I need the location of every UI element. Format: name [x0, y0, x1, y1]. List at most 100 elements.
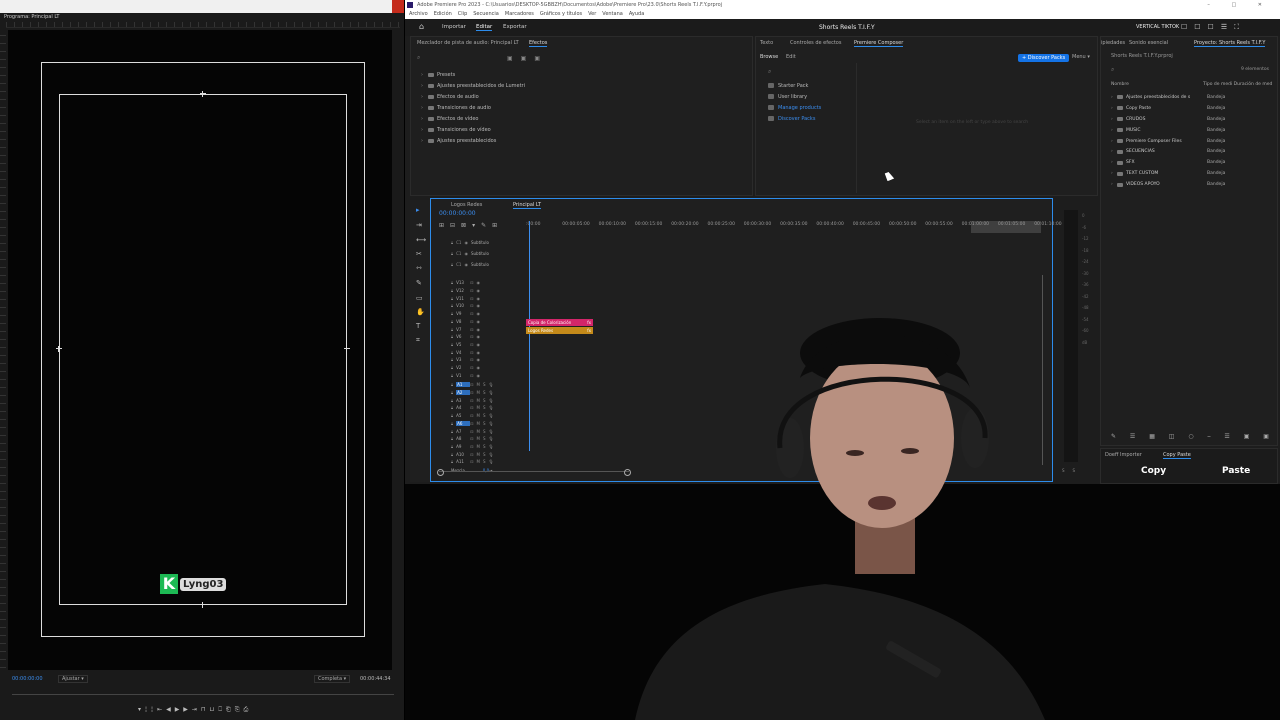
timeline-horizontal-scrollbar[interactable] [437, 469, 631, 476]
sync-icon[interactable]: ⊡ [470, 319, 473, 324]
eye-icon[interactable]: ◉ [477, 288, 481, 293]
clip-logos-redes[interactable]: Logos Redes fx [526, 327, 593, 334]
video-track-header[interactable]: 🔒︎ V9 ⊡ ◉ [451, 310, 483, 318]
project-bin[interactable]: › MUSIC Bandeja [1111, 125, 1276, 136]
lock-icon[interactable]: 🔒︎ [451, 350, 453, 355]
sync-icon[interactable]: ⊡ [470, 327, 473, 332]
effects-folder[interactable]: › Presets [421, 70, 525, 81]
meter-solo-buttons[interactable]: SS [1062, 468, 1083, 473]
eye-icon[interactable]: ◉ [477, 365, 481, 370]
audio-track-header[interactable]: 🔒︎ A3 ⊡ M S 🎙︎ [451, 396, 497, 404]
eye-icon[interactable]: ◉ [477, 280, 481, 285]
eye-icon[interactable]: ◉ [464, 251, 468, 256]
video-track-label[interactable]: V7 [456, 327, 470, 332]
audio-track-header[interactable]: 🔒︎ A11 ⊡ M S 🎙︎ [451, 458, 497, 466]
chevron-right-icon[interactable]: › [421, 83, 428, 89]
workspace-import[interactable]: Importar [442, 24, 466, 30]
lock-icon[interactable]: 🔒︎ [451, 342, 453, 347]
eye-icon[interactable]: ◉ [477, 373, 481, 378]
composer-menu[interactable]: Menu ▾ [1072, 54, 1090, 60]
lock-icon[interactable]: 🔒︎ [451, 311, 453, 316]
menu-item[interactable]: Secuencia [473, 11, 499, 17]
video-track-header[interactable]: 🔒︎ V8 ⊡ ◉ [451, 318, 483, 326]
audio-track-label[interactable]: A4 [456, 405, 470, 410]
text-track-header[interactable]: 🔒︎ C1 ◉ Subtítulo [451, 261, 489, 269]
lock-icon[interactable]: 🔒︎ [451, 444, 453, 449]
audio-track-label[interactable]: A11 [456, 459, 470, 464]
lock-icon[interactable]: 🔒︎ [451, 251, 453, 256]
solo-icon[interactable]: S [483, 436, 486, 441]
chevron-right-icon[interactable]: › [421, 105, 428, 111]
video-track-header[interactable]: 🔒︎ V10 ⊡ ◉ [451, 302, 483, 310]
timeline-vertical-scrollbar[interactable] [1042, 275, 1043, 465]
sync-icon[interactable]: ⊡ [470, 288, 473, 293]
lock-icon[interactable]: 🔒︎ [451, 405, 453, 410]
lock-icon[interactable]: 🔒︎ [451, 421, 453, 426]
caption-icon[interactable]: C1 [456, 251, 461, 256]
eye-icon[interactable]: ◉ [464, 240, 468, 245]
eye-icon[interactable]: ◉ [464, 262, 468, 267]
project-bin[interactable]: › VIDEOS APOYO Bandeja [1111, 179, 1276, 190]
lock-icon[interactable]: 🔒︎ [451, 303, 453, 308]
caption-icon[interactable]: C1 [456, 262, 461, 267]
audio-track-header[interactable]: 🔒︎ A8 ⊡ M S 🎙︎ [451, 435, 497, 443]
video-track-label[interactable]: V10 [456, 303, 470, 308]
eye-icon[interactable]: ◉ [477, 311, 481, 316]
menu-item[interactable]: Marcadores [505, 11, 534, 17]
subtab-browse[interactable]: Browse [760, 54, 778, 60]
tab-premiere-composer[interactable]: Premiere Composer [854, 40, 904, 47]
tab-properties[interactable]: ipiedades [1101, 40, 1125, 46]
video-track-header[interactable]: 🔒︎ V5 ⊡ ◉ [451, 341, 483, 349]
mute-icon[interactable]: M [477, 413, 480, 418]
copy-button[interactable]: Copy [1141, 466, 1166, 476]
solo-icon[interactable]: S [483, 429, 486, 434]
hand-tool-icon[interactable]: ✋ [416, 308, 425, 316]
lock-icon[interactable]: 🔒︎ [451, 373, 453, 378]
meter-solo-right[interactable]: S [1073, 468, 1084, 473]
audio-track-label[interactable]: A8 [456, 436, 470, 441]
effects-folder[interactable]: › Transiciones de vídeo [421, 124, 525, 135]
effects-folder[interactable]: › Efectos de vídeo [421, 114, 525, 125]
eye-icon[interactable]: ◉ [477, 342, 481, 347]
lock-icon[interactable]: 🔒︎ [451, 390, 453, 395]
composer-item[interactable]: Manage products [768, 102, 821, 113]
tab-project[interactable]: Proyecto: Shorts Reels T.I.F.Y [1194, 40, 1266, 47]
subtab-edit[interactable]: Edit [786, 54, 796, 60]
workspace-export[interactable]: Exportar [503, 24, 527, 30]
menu-item[interactable]: Clip [458, 11, 467, 17]
video-track-label[interactable]: V13 [456, 280, 470, 285]
audio-track-header[interactable]: 🔒︎ A7 ⊡ M S 🎙︎ [451, 427, 497, 435]
audio-track-label[interactable]: A10 [456, 452, 470, 457]
project-toolbar[interactable]: ✎ ☰ ▦ ◫ ○ ⎯ ☰ ▣ ▣ [1111, 433, 1276, 441]
lock-icon[interactable]: 🔒︎ [451, 280, 453, 285]
mute-icon[interactable]: M [477, 436, 480, 441]
sync-icon[interactable]: ⊡ [470, 413, 473, 418]
video-track-label[interactable]: V2 [456, 365, 470, 370]
timeline-timecode[interactable]: 00:00:00:00 [439, 210, 476, 217]
sync-icon[interactable]: ⊡ [470, 436, 473, 441]
sync-icon[interactable]: ⊡ [470, 311, 473, 316]
tab-copy-paste[interactable]: Copy Paste [1163, 452, 1191, 459]
eye-icon[interactable]: ◉ [477, 319, 481, 324]
lock-icon[interactable]: 🔒︎ [451, 436, 453, 441]
project-bin[interactable]: › SFX Bandeja [1111, 157, 1276, 168]
microphone-icon[interactable]: 🎙︎ [489, 436, 494, 441]
microphone-icon[interactable]: 🎙︎ [489, 405, 494, 410]
menu-item[interactable]: Archivo [409, 11, 428, 17]
sync-icon[interactable]: ⊡ [470, 421, 473, 426]
project-bin[interactable]: › TEXT CUSTOM Bandeja [1111, 168, 1276, 179]
video-track-header[interactable]: 🔒︎ V13 ⊡ ◉ [451, 279, 483, 287]
sync-icon[interactable]: ⊡ [470, 357, 473, 362]
meter-solo-left[interactable]: S [1062, 468, 1073, 473]
sync-icon[interactable]: ⊡ [470, 452, 473, 457]
tab-logos-redes[interactable]: Logos Redes [451, 202, 482, 208]
audio-track-label[interactable]: A1 [456, 382, 471, 388]
sync-icon[interactable]: ⊡ [470, 390, 473, 395]
sync-icon[interactable]: ⊡ [470, 342, 473, 347]
menu-item[interactable]: Ventana [602, 11, 623, 17]
sync-icon[interactable]: ⊡ [470, 303, 473, 308]
sync-icon[interactable]: ⊡ [470, 444, 473, 449]
chevron-right-icon[interactable]: › [421, 138, 428, 144]
video-track-label[interactable]: V12 [456, 288, 470, 293]
video-track-label[interactable]: V5 [456, 342, 470, 347]
